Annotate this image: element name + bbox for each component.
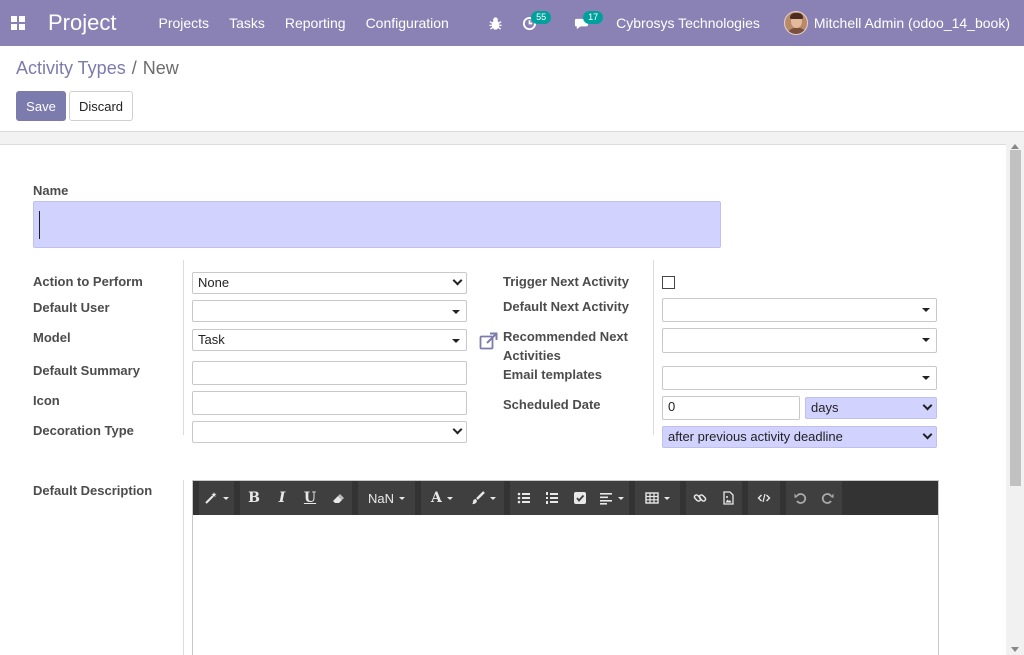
bullet-list-icon[interactable] [510,481,538,515]
external-link-icon[interactable] [479,332,499,350]
column-separator [183,260,184,435]
trigger-next-activity-label: Trigger Next Activity [503,274,629,289]
default-user-select[interactable] [192,300,467,322]
html-editor[interactable]: B I U NaN A [192,480,939,655]
discard-button[interactable]: Discard [69,91,133,121]
default-user-label: Default User [33,300,110,315]
italic-button[interactable]: I [268,481,296,515]
message-count-badge: 17 [583,11,604,24]
email-templates-label: Email templates [503,367,602,382]
menu-projects[interactable]: Projects [148,0,219,46]
scroll-down-arrow[interactable] [1011,647,1019,652]
link-icon[interactable] [686,481,714,515]
default-next-activity-label: Default Next Activity [503,299,629,314]
recommended-next-label-line1: Recommended Next [503,329,628,344]
checklist-icon[interactable] [566,481,594,515]
user-avatar[interactable] [783,11,808,35]
scheduled-date-unit-select[interactable]: days [805,397,937,419]
scroll-up-arrow[interactable] [1011,144,1019,149]
vertical-scrollbar[interactable] [1007,144,1024,655]
navbar-systray: 55 17 Cybrosys Technologies Mitchell Adm… [480,0,1024,46]
magic-wand-icon[interactable] [199,481,234,515]
breadcrumb-current: New [142,58,179,78]
undo-icon[interactable] [786,481,814,515]
top-navbar: Project Projects Tasks Reporting Configu… [0,0,1024,46]
app-brand[interactable]: Project [48,10,116,36]
table-icon[interactable] [635,481,680,515]
form-sheet: Name Action to Perform Default User Mode… [0,144,1006,655]
decoration-type-select[interactable] [192,421,467,443]
scheduled-date-delay-input[interactable]: 0 [662,396,800,420]
breadcrumb-parent-link[interactable]: Activity Types [16,58,126,78]
save-button[interactable]: Save [16,91,66,121]
icon-label: Icon [33,393,60,408]
image-icon[interactable] [714,481,742,515]
bug-icon[interactable] [480,0,510,46]
eraser-icon[interactable] [324,481,352,515]
code-view-icon[interactable] [748,481,780,515]
main-menu: Projects Tasks Reporting Configuration [148,0,458,46]
chat-icon[interactable]: 17 [566,0,604,46]
email-templates-select[interactable] [662,366,937,390]
activity-clock-icon[interactable]: 55 [514,0,552,46]
decoration-type-label: Decoration Type [33,423,134,438]
name-label: Name [33,183,69,198]
control-panel: Activity Types / New Save Discard [0,46,1024,132]
action-to-perform-label: Action to Perform [33,274,143,289]
menu-tasks[interactable]: Tasks [219,0,275,46]
trigger-next-activity-checkbox[interactable] [662,276,675,289]
breadcrumb: Activity Types / New [16,58,179,79]
menu-configuration[interactable]: Configuration [356,0,459,46]
font-size-dropdown[interactable]: NaN [358,481,415,515]
scheduled-date-from-select[interactable]: after previous activity deadline [662,426,937,448]
action-to-perform-select[interactable]: None [192,272,467,294]
default-next-activity-select[interactable] [662,298,937,322]
scroll-thumb[interactable] [1010,150,1021,486]
bold-button[interactable]: B [240,481,268,515]
right-column-separator [653,260,654,435]
model-select[interactable]: Task [192,329,467,351]
description-separator [183,480,184,655]
numbered-list-icon[interactable] [538,481,566,515]
paint-brush-icon[interactable] [463,481,504,515]
user-menu[interactable]: Mitchell Admin (odoo_14_book) [814,15,1010,31]
model-label: Model [33,330,71,345]
menu-reporting[interactable]: Reporting [275,0,356,46]
underline-button[interactable]: U [296,481,324,515]
apps-icon[interactable] [2,0,34,46]
editor-toolbar: B I U NaN A [193,481,938,515]
font-color-button[interactable]: A [421,481,463,515]
icon-input[interactable] [192,391,467,415]
default-description-label: Default Description [33,483,153,498]
form-view: Name Action to Perform Default User Mode… [0,132,1024,655]
default-summary-input[interactable] [192,361,467,385]
activity-count-badge: 55 [531,11,552,24]
default-summary-label: Default Summary [33,363,140,378]
redo-icon[interactable] [814,481,842,515]
name-input[interactable] [33,201,721,248]
recommended-activities-select[interactable] [662,328,937,353]
recommended-next-label-line2: Activities [503,348,561,363]
align-left-icon[interactable] [594,481,629,515]
scheduled-date-label: Scheduled Date [503,397,601,412]
breadcrumb-separator: / [131,58,137,78]
company-switcher[interactable]: Cybrosys Technologies [616,15,760,31]
